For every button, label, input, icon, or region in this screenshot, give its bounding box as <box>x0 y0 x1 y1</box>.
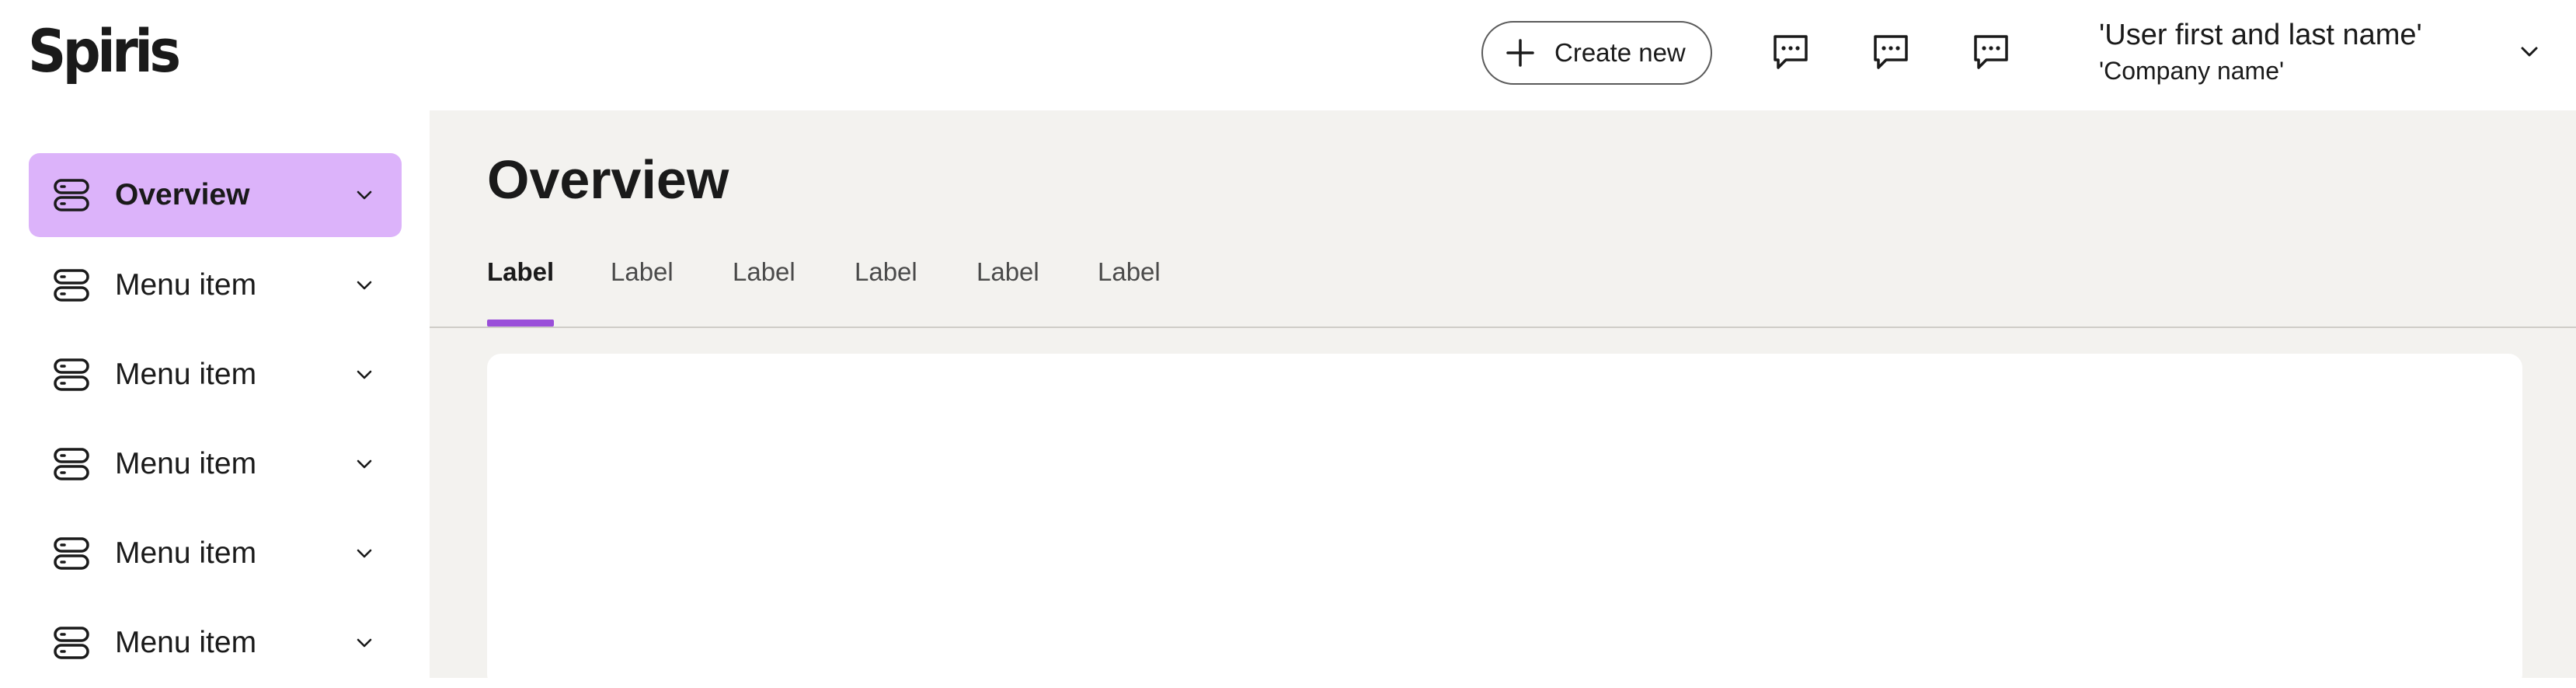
sidebar-item-menu[interactable]: Menu item <box>29 333 402 417</box>
tabs-divider <box>430 327 2576 328</box>
sidebar-item-overview[interactable]: Overview <box>29 153 402 237</box>
server-stack-icon <box>54 269 89 302</box>
sidebar-item-label: Menu item <box>115 358 257 391</box>
tab-label[interactable]: Label <box>976 255 1039 327</box>
spiris-logo[interactable]: Spiris <box>28 17 181 86</box>
sidebar-item-menu[interactable]: Menu item <box>29 512 402 595</box>
top-header: Spiris Create new 'User first and last n… <box>0 0 2576 110</box>
create-new-label: Create new <box>1554 38 1686 67</box>
chevron-down-icon <box>357 370 372 379</box>
server-stack-icon <box>54 627 89 659</box>
sidebar-item-menu[interactable]: Menu item <box>29 422 402 506</box>
server-stack-icon <box>54 448 89 480</box>
server-stack-icon <box>54 537 89 570</box>
main-content: Overview Label Label Label Label Label L… <box>430 110 2576 688</box>
sidebar-item-menu[interactable]: Menu item <box>29 243 402 327</box>
chat-icon[interactable] <box>1969 30 2013 74</box>
tab-label[interactable]: Label <box>855 255 917 327</box>
create-new-button[interactable]: Create new <box>1481 21 1712 85</box>
chevron-down-icon[interactable] <box>2517 39 2542 64</box>
chevron-down-icon <box>357 190 372 200</box>
chevron-down-icon <box>357 549 372 558</box>
plus-icon <box>1506 39 1534 67</box>
user-name: 'User first and last name' <box>2099 19 2422 51</box>
chat-icon[interactable] <box>1869 30 1913 74</box>
tab-label[interactable]: Label <box>611 255 674 327</box>
active-tab-indicator <box>487 320 554 327</box>
sidebar-item-label: Overview <box>115 178 250 211</box>
sidebar-item-label: Menu item <box>115 536 257 570</box>
server-stack-icon <box>54 358 89 391</box>
sidebar-item-label: Menu item <box>115 268 257 302</box>
chat-icon[interactable] <box>1769 30 1812 74</box>
tab-label[interactable]: Label <box>733 255 795 327</box>
tab-label[interactable]: Label <box>1098 255 1161 327</box>
company-name: 'Company name' <box>2099 57 2285 85</box>
sidebar-nav: Overview Menu item Menu item Menu item M… <box>0 110 430 678</box>
page-title: Overview <box>487 149 729 210</box>
content-card <box>487 354 2522 688</box>
user-account-menu[interactable]: 'User first and last name' 'Company name… <box>2099 16 2503 87</box>
tab-label[interactable]: Label <box>487 255 554 327</box>
chevron-down-icon <box>357 281 372 290</box>
sidebar-item-label: Menu item <box>115 626 257 659</box>
chevron-down-icon <box>357 638 372 648</box>
server-stack-icon <box>54 179 89 211</box>
chevron-down-icon <box>357 459 372 469</box>
sidebar-item-label: Menu item <box>115 447 257 480</box>
sidebar-item-menu[interactable]: Menu item <box>29 601 402 685</box>
